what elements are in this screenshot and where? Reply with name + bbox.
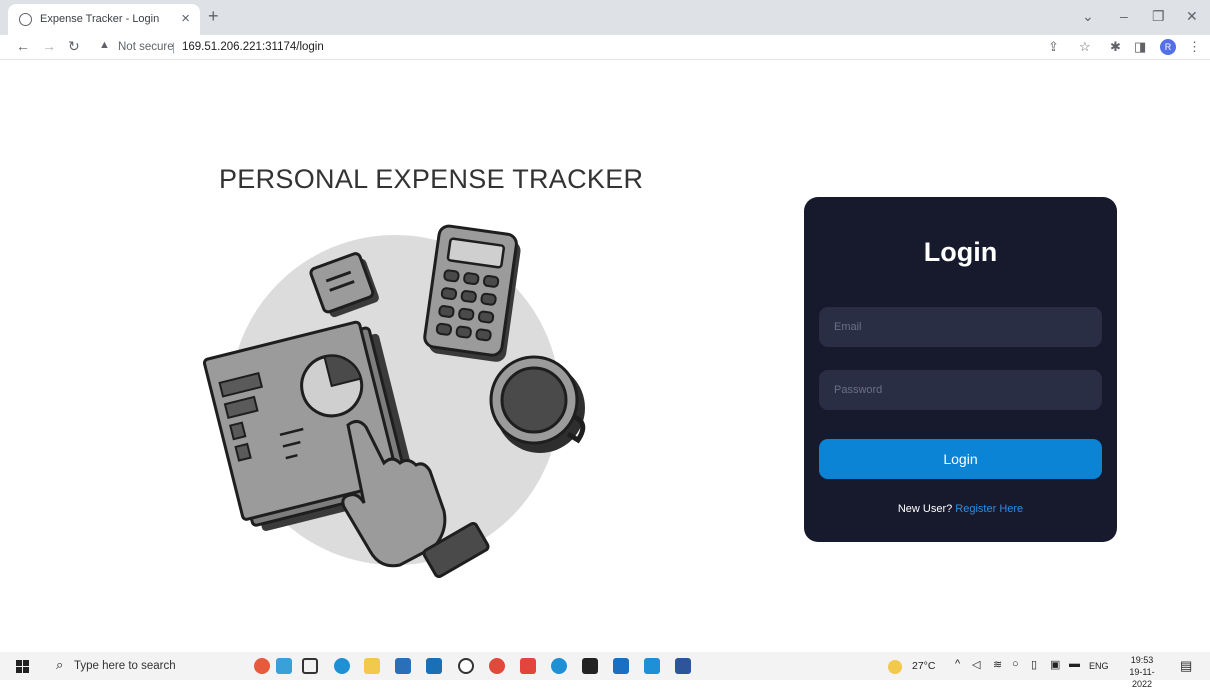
tab-search-icon[interactable]: ⌄	[1082, 8, 1094, 25]
file-explorer-icon[interactable]	[364, 658, 380, 674]
back-icon[interactable]: ←	[16, 38, 30, 54]
cloud-icon[interactable]: ○	[1012, 658, 1019, 670]
restore-icon[interactable]: ❐	[1152, 8, 1165, 25]
profile-avatar[interactable]: R	[1160, 39, 1176, 55]
display-icon[interactable]: ▣	[1050, 658, 1060, 671]
browser-tab[interactable]: Expense Tracker - Login ×	[8, 4, 200, 35]
bookmark-star-icon[interactable]: ☆	[1079, 39, 1091, 55]
search-icon: ⌕	[56, 657, 64, 672]
clock[interactable]: 19:53 19-11-2022	[1120, 654, 1164, 690]
page-title: PERSONAL EXPENSE TRACKER	[219, 164, 644, 194]
tray-chevron-icon[interactable]: ^	[955, 658, 960, 670]
password-field[interactable]	[819, 370, 1102, 410]
chrome-icon[interactable]	[489, 658, 505, 674]
minimize-icon[interactable]: –	[1120, 8, 1128, 24]
windows-start-icon[interactable]	[16, 660, 29, 673]
wifi-icon[interactable]: ≋	[993, 658, 1002, 671]
address-bar[interactable]: ▲ Not secure | 169.51.206.221:31174/logi…	[94, 36, 1074, 58]
side-panel-icon[interactable]: ◨	[1134, 39, 1146, 55]
task-view-icon[interactable]	[302, 658, 318, 674]
clock-date: 19-11-2022	[1129, 667, 1155, 689]
email-field[interactable]	[819, 307, 1102, 347]
windows-taskbar: ⌕ Type here to search 27°C ^ ◁ ≋ ○ ▯ ▣ ▬…	[0, 652, 1210, 689]
language-indicator[interactable]: ENG	[1089, 661, 1109, 671]
warning-icon: ▲	[99, 39, 110, 51]
taskbar-search-input[interactable]: Type here to search	[74, 660, 176, 672]
tab-close-button[interactable]: ×	[181, 10, 190, 27]
dell-icon[interactable]	[458, 658, 474, 674]
address-url: 169.51.206.221:31174/login	[182, 41, 324, 53]
clock-time: 19:53	[1130, 655, 1154, 665]
share-icon[interactable]: ⇪	[1048, 39, 1059, 55]
mail-icon[interactable]	[426, 658, 442, 674]
address-separator: |	[172, 40, 176, 54]
notification-icon[interactable]: ▤	[1180, 658, 1192, 674]
docker-icon[interactable]	[551, 658, 567, 674]
store-icon[interactable]	[395, 658, 411, 674]
login-card: Login Login New User? Register Here	[804, 197, 1117, 542]
register-link[interactable]: Register Here	[955, 503, 1023, 515]
tab-title: Expense Tracker - Login	[40, 13, 160, 25]
reload-icon[interactable]: ↻	[68, 38, 80, 55]
menu-icon[interactable]: ⋮	[1188, 39, 1201, 55]
weather-icon[interactable]	[888, 660, 902, 674]
new-tab-button[interactable]: +	[208, 6, 219, 27]
terminal-icon[interactable]	[582, 658, 598, 674]
edge-icon[interactable]	[334, 658, 350, 674]
forward-icon[interactable]: →	[42, 38, 56, 54]
office-icon[interactable]	[520, 658, 536, 674]
volume-icon[interactable]: ◁	[972, 658, 980, 671]
word-icon[interactable]	[675, 658, 691, 674]
weather-temperature[interactable]: 27°C	[912, 660, 935, 672]
security-label: Not secure	[118, 41, 174, 53]
widget-app-icon[interactable]	[276, 658, 292, 674]
finance-illustration	[202, 224, 586, 579]
extensions-icon[interactable]: ✱	[1110, 39, 1121, 55]
close-window-icon[interactable]: ✕	[1186, 8, 1198, 25]
browser-toolbar: ← → ↻ ▲ Not secure | 169.51.206.221:3117…	[0, 35, 1210, 60]
fruit-app-icon[interactable]	[254, 658, 270, 674]
vscode-icon[interactable]	[644, 658, 660, 674]
register-row: New User? Register Here	[804, 503, 1117, 515]
login-button[interactable]: Login	[819, 439, 1102, 479]
new-user-label: New User?	[897, 503, 953, 515]
battery-icon[interactable]: ▯	[1031, 658, 1037, 671]
globe-icon	[19, 13, 32, 26]
browser-tabstrip: Expense Tracker - Login × + ⌄ – ❐ ✕	[0, 0, 1210, 35]
network-icon[interactable]: ▬	[1069, 658, 1080, 670]
login-title: Login	[923, 237, 998, 267]
remote-app-icon[interactable]	[613, 658, 629, 674]
